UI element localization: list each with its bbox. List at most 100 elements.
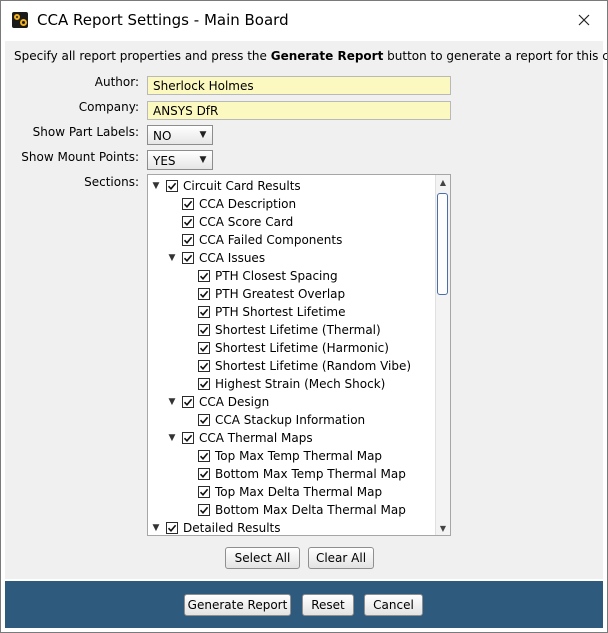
section-checkbox[interactable] <box>182 198 194 210</box>
tree-item[interactable]: CCA Score Card <box>166 213 293 231</box>
company-label: Company: <box>78 100 139 114</box>
section-checkbox[interactable] <box>198 270 210 282</box>
tree-item[interactable]: CCA Failed Components <box>166 231 342 249</box>
company-input[interactable]: ANSYS DfR <box>147 101 451 120</box>
instructions-text: Specify all report properties and press … <box>14 49 607 63</box>
tree-item-label: Top Max Temp Thermal Map <box>215 449 383 463</box>
scroll-down-icon[interactable]: ▼ <box>436 521 450 535</box>
tree-item[interactable]: Shortest Lifetime (Thermal) <box>182 321 381 339</box>
section-checkbox[interactable] <box>166 522 178 534</box>
show-mount-points-label: Show Mount Points: <box>21 150 139 164</box>
scrollbar-thumb[interactable] <box>437 193 448 295</box>
checkmark-icon <box>199 488 209 497</box>
tree-item-label: Bottom Max Temp Thermal Map <box>215 467 406 481</box>
checkmark-icon <box>183 236 193 245</box>
section-checkbox[interactable] <box>198 378 210 390</box>
section-checkbox[interactable] <box>198 288 210 300</box>
tree-item[interactable]: ▼ CCA Issues <box>166 249 266 267</box>
checkmark-icon <box>199 452 209 461</box>
section-checkbox[interactable] <box>166 180 178 192</box>
author-input[interactable]: Sherlock Holmes <box>147 76 451 95</box>
triangle-down-icon: ▼ <box>199 130 207 140</box>
checkmark-icon <box>183 398 193 407</box>
window-title: CCA Report Settings - Main Board <box>37 11 289 29</box>
tree-item[interactable]: Highest Strain (Mech Shock) <box>182 375 385 393</box>
tree-item[interactable]: ▼ CCA Design <box>166 393 270 411</box>
checkmark-icon <box>183 434 193 443</box>
tree-item-label: PTH Shortest Lifetime <box>215 305 346 319</box>
show-mount-points-select[interactable]: YES ▼ <box>147 150 213 170</box>
tree-item-label: Bottom Max Delta Thermal Map <box>215 503 406 517</box>
tree-item-label: Circuit Card Results <box>183 179 301 193</box>
title-bar: CCA Report Settings - Main Board <box>1 1 607 39</box>
tree-item[interactable]: Top Max Temp Thermal Map <box>182 447 382 465</box>
section-checkbox[interactable] <box>198 486 210 498</box>
tree-item-label: Top Max Delta Thermal Map <box>215 485 383 499</box>
triangle-down-icon[interactable]: ▼ <box>166 432 178 444</box>
tree-item[interactable]: ▼ CCA Thermal Maps <box>166 429 313 447</box>
triangle-down-icon: ▼ <box>199 155 207 165</box>
triangle-down-icon[interactable]: ▼ <box>150 522 162 534</box>
tree-item[interactable]: PTH Shortest Lifetime <box>182 303 346 321</box>
tree-item[interactable]: CCA Stackup Information <box>182 411 365 429</box>
section-checkbox[interactable] <box>182 234 194 246</box>
tree-item-label: CCA Thermal Maps <box>199 431 313 445</box>
tree-item[interactable]: CCA Description <box>166 195 296 213</box>
tree-item[interactable]: ▼ Detailed Results <box>150 519 281 535</box>
checkmark-icon <box>199 506 209 515</box>
app-logo-icon <box>12 12 28 28</box>
checkmark-icon <box>183 218 193 227</box>
tree-scrollbar[interactable]: ▲ ▼ <box>435 175 450 535</box>
author-label: Author: <box>94 75 139 89</box>
triangle-down-icon[interactable]: ▼ <box>150 180 162 192</box>
section-checkbox[interactable] <box>182 396 194 408</box>
checkmark-icon <box>199 344 209 353</box>
checkmark-icon <box>199 470 209 479</box>
reset-button[interactable]: Reset <box>302 594 354 616</box>
tree-item[interactable]: PTH Closest Spacing <box>182 267 338 285</box>
section-checkbox[interactable] <box>198 324 210 336</box>
scroll-up-icon[interactable]: ▲ <box>436 175 450 189</box>
generate-report-button[interactable]: Generate Report <box>184 594 291 616</box>
section-checkbox[interactable] <box>182 432 194 444</box>
show-part-labels-value: NO <box>153 129 172 143</box>
tree-item[interactable]: PTH Greatest Overlap <box>182 285 345 303</box>
show-part-labels-select[interactable]: NO ▼ <box>147 125 213 145</box>
tree-item-label: Highest Strain (Mech Shock) <box>215 377 386 391</box>
section-checkbox[interactable] <box>198 342 210 354</box>
section-checkbox[interactable] <box>182 216 194 228</box>
checkmark-icon <box>199 308 209 317</box>
clear-all-button[interactable]: Clear All <box>308 547 374 569</box>
checkmark-icon <box>199 362 209 371</box>
section-checkbox[interactable] <box>198 468 210 480</box>
close-button[interactable] <box>569 7 599 33</box>
section-checkbox[interactable] <box>198 450 210 462</box>
section-checkbox[interactable] <box>198 306 210 318</box>
tree-item[interactable]: Bottom Max Temp Thermal Map <box>182 465 406 483</box>
tree-item[interactable]: Bottom Max Delta Thermal Map <box>182 501 406 519</box>
checkmark-icon <box>167 524 177 533</box>
select-all-button[interactable]: Select All <box>225 547 300 569</box>
section-checkbox[interactable] <box>198 414 210 426</box>
tree-item[interactable]: Shortest Lifetime (Harmonic) <box>182 339 389 357</box>
triangle-down-icon[interactable]: ▼ <box>166 396 178 408</box>
show-part-labels-label: Show Part Labels: <box>32 125 139 139</box>
cancel-button[interactable]: Cancel <box>364 594 423 616</box>
tree-item[interactable]: ▼ Circuit Card Results <box>150 177 301 195</box>
checkmark-icon <box>199 326 209 335</box>
tree-item[interactable]: Shortest Lifetime (Random Vibe) <box>182 357 411 375</box>
sections-tree[interactable]: ▲ ▼ ▼ Circuit Card Results CCA Description… <box>147 174 451 536</box>
tree-item[interactable]: Top Max Delta Thermal Map <box>182 483 382 501</box>
section-checkbox[interactable] <box>198 504 210 516</box>
triangle-down-icon[interactable]: ▼ <box>166 252 178 264</box>
section-checkbox[interactable] <box>198 360 210 372</box>
section-checkbox[interactable] <box>182 252 194 264</box>
